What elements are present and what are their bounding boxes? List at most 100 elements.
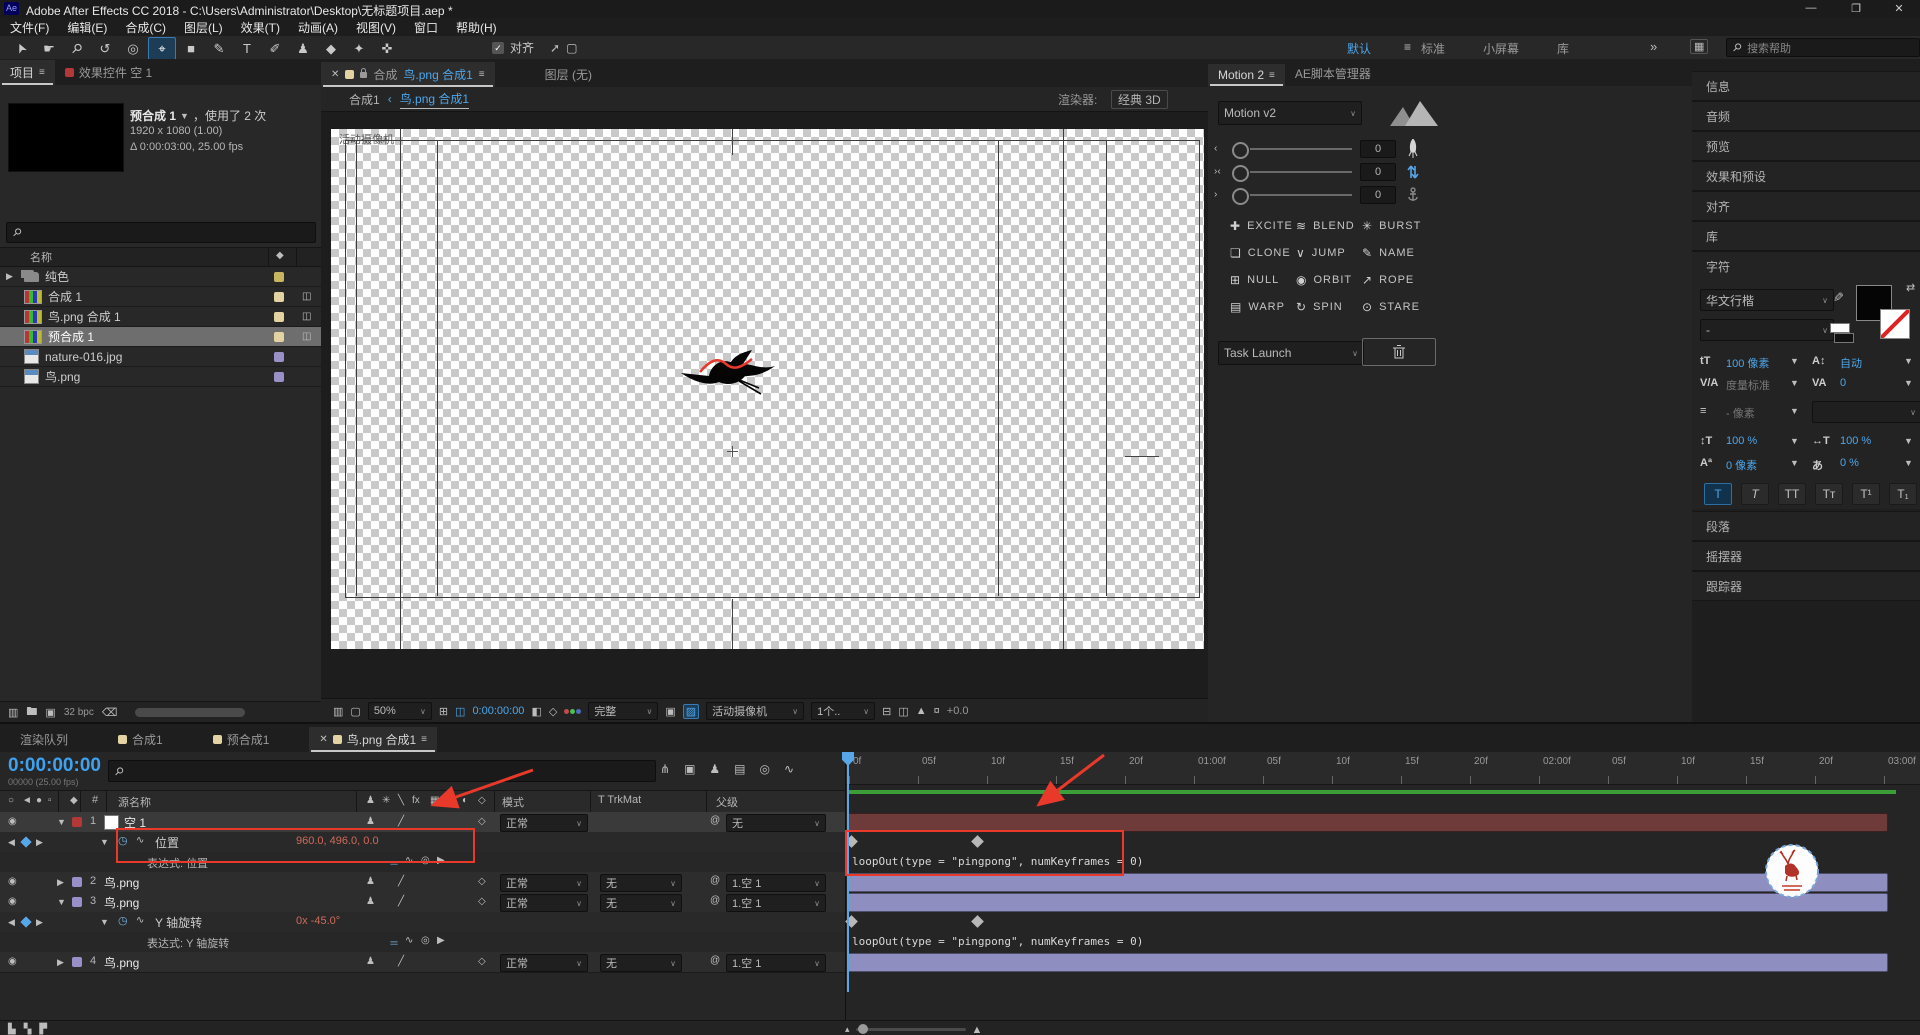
pan-behind-tool-icon[interactable]: ⌖ xyxy=(148,37,176,60)
motion-button-jump[interactable]: ∨ JUMP xyxy=(1296,246,1360,260)
sidebar-panel-3[interactable]: 预览 xyxy=(1692,131,1920,161)
menu-item[interactable]: 帮助(H) xyxy=(456,19,497,36)
keyframe-icon[interactable] xyxy=(971,835,984,848)
motion-button-null[interactable]: ⊞ NULL xyxy=(1230,273,1294,287)
help-search[interactable]: ⚲ 搜索帮助 xyxy=(1726,38,1920,57)
workspace-tab-2[interactable]: 标准 xyxy=(1409,37,1457,60)
style-toggle-1[interactable]: T xyxy=(1704,483,1732,505)
project-search[interactable]: ⚲ xyxy=(6,222,316,243)
quality-switch-icon[interactable]: ╱ xyxy=(398,816,404,827)
flyout-arrow-icon[interactable]: ▼ xyxy=(180,111,189,121)
eye-icon[interactable]: ◉ xyxy=(8,816,17,827)
cube-3d-switch-icon[interactable]: ◇ xyxy=(478,956,486,967)
shy-switch-icon[interactable]: ♟ xyxy=(366,876,375,887)
motion-button-clone[interactable]: ❏ CLONE xyxy=(1230,246,1294,260)
motion-blur-icon[interactable]: ◎ xyxy=(760,762,770,776)
timeline-timecode[interactable]: 0:00:00:00 xyxy=(8,755,101,777)
workspace-overflow[interactable]: » xyxy=(1650,39,1657,54)
ruler-tick-label[interactable]: 10f xyxy=(1681,756,1695,767)
layer-name[interactable]: 空 1 xyxy=(124,814,146,831)
slider-knob[interactable] xyxy=(1232,165,1249,182)
new-folder-icon[interactable]: 🖿 xyxy=(26,703,37,722)
style-toggle-2[interactable]: T xyxy=(1741,483,1769,505)
sidebar-panel-2[interactable]: 音频 xyxy=(1692,101,1920,131)
slider-mode-icon[interactable]: › xyxy=(1214,189,1217,200)
blend-mode-dropdown[interactable]: 正常 ∨ xyxy=(500,894,588,912)
kerning-value[interactable]: 度量标准 xyxy=(1726,377,1770,393)
snap-checkbox[interactable]: ✓ xyxy=(492,41,504,54)
multiview-icon[interactable]: ▥ xyxy=(333,705,343,718)
cube-3d-switch-icon[interactable]: ◇ xyxy=(478,795,486,806)
mini-flowchart-icon[interactable]: ⋔ xyxy=(660,762,670,776)
stopwatch-icon[interactable]: ◷ xyxy=(118,914,128,927)
keyframe-indicator[interactable] xyxy=(20,916,32,928)
current-time-indicator[interactable] xyxy=(847,752,849,992)
expand-transfer-icon[interactable]: ▚ xyxy=(24,1024,32,1035)
baseline-shift-value[interactable]: 0 像素 xyxy=(1726,457,1757,473)
motion-button-orbit[interactable]: ◉ ORBIT xyxy=(1296,273,1360,287)
project-item[interactable]: ▶ 纯色 xyxy=(0,267,321,287)
expression-label[interactable]: 表达式: Y 轴旋转 xyxy=(147,935,229,951)
layer-duration-bar[interactable] xyxy=(847,813,1888,832)
slider-value[interactable]: 0 xyxy=(1360,163,1396,181)
zoom-dropdown[interactable]: 50% ∨ xyxy=(367,702,432,720)
monitor-icon[interactable]: ▢ xyxy=(350,705,360,718)
menu-item[interactable]: 视图(V) xyxy=(356,19,396,36)
ruler-tick-label[interactable]: 05f xyxy=(922,756,936,767)
expander-icon[interactable]: ▼ xyxy=(57,817,66,827)
ruler-tick-label[interactable]: 20f xyxy=(1129,756,1143,767)
delete-task-button[interactable] xyxy=(1362,338,1436,366)
slider-value[interactable]: 0 xyxy=(1360,186,1396,204)
style-toggle-3[interactable]: TT xyxy=(1778,483,1806,505)
expression-enable-icon[interactable]: ＝ xyxy=(389,935,399,950)
viewport[interactable]: 活动摄像机 xyxy=(331,129,1204,649)
motion-button-stare[interactable]: ⊙ STARE xyxy=(1362,300,1426,314)
audio-column-icon[interactable]: ◄ xyxy=(22,795,32,806)
close-tab-icon[interactable]: ✕ xyxy=(331,69,339,80)
menu-item[interactable]: 文件(F) xyxy=(10,19,49,36)
trkmat-dropdown[interactable]: 无 ∨ xyxy=(600,874,682,892)
baseline-shift-dropdown-icon[interactable]: ▼ xyxy=(1790,458,1799,468)
motion-button-burst[interactable]: ✳ BURST xyxy=(1362,219,1426,233)
expand-inout-icon[interactable]: ▛ xyxy=(39,1024,47,1035)
anchor-icon[interactable] xyxy=(1406,185,1420,208)
timeline-tab-3[interactable]: 预合成1 xyxy=(203,727,280,752)
trkmat-dropdown[interactable]: 无 ∨ xyxy=(600,894,682,912)
expander-icon[interactable]: ▶ xyxy=(57,957,64,968)
motion-button-blend[interactable]: ≋ BLEND xyxy=(1296,219,1360,233)
panel-menu-icon[interactable]: ≡ xyxy=(421,734,427,745)
ruler-tick-label[interactable]: 02:00f xyxy=(1543,756,1571,767)
swap-fill-stroke-icon[interactable]: ⇄ xyxy=(1906,281,1915,294)
label-chip[interactable] xyxy=(274,331,284,342)
menu-item[interactable]: 合成(C) xyxy=(125,19,166,36)
stroke-width-dropdown-icon[interactable]: ▼ xyxy=(1790,406,1799,416)
breadcrumb-parent[interactable]: 合成1 xyxy=(349,91,380,108)
task-launch-dropdown[interactable]: Task Launch ∨ xyxy=(1218,341,1364,365)
slider-knob[interactable] xyxy=(1232,188,1249,205)
layer-duration-bar[interactable] xyxy=(847,953,1888,972)
draft-3d-icon[interactable]: ▣ xyxy=(684,762,695,776)
collapse-switch-icon[interactable]: ✳ xyxy=(382,795,390,806)
sidebar-panel-4[interactable]: 效果和预设 xyxy=(1692,161,1920,191)
layer-row[interactable]: ◉ ▼ 3 鸟.png ♟ ╱ ◇ 正常 ∨ 无 ∨ @1.空 1 ∨ xyxy=(0,892,845,913)
sidebar-panel-character[interactable]: 字符≡ xyxy=(1692,251,1920,281)
font-family-dropdown[interactable]: 华文行楷 ∨ xyxy=(1700,289,1834,311)
expression-language-icon[interactable]: ▶ xyxy=(437,855,445,866)
time-ruler[interactable]: 0f 05f 10f 15f 20f 01:00f 05f 10f 15f 20f 02:00f 05… xyxy=(846,752,1920,785)
exposure-reset-icon[interactable]: ▲ xyxy=(916,705,927,717)
label-chip[interactable] xyxy=(72,817,82,827)
orbit-camera-tool-icon[interactable]: ◎ xyxy=(120,38,146,59)
lock-icon[interactable] xyxy=(360,67,368,78)
interpret-footage-icon[interactable]: ▥ xyxy=(8,706,18,719)
expand-layer-switches-icon[interactable]: ▙ xyxy=(8,1024,16,1035)
view-layout-dropdown[interactable]: 1个.. ∨ xyxy=(811,702,876,720)
next-keyframe-icon[interactable]: ▶ xyxy=(36,837,43,848)
camera-dropdown[interactable]: 活动摄像机 ∨ xyxy=(706,702,805,720)
cube-3d-switch-icon[interactable]: ◇ xyxy=(478,896,486,907)
label-chip[interactable] xyxy=(72,957,82,967)
adjustment-switch-icon[interactable]: ◐ xyxy=(462,795,468,806)
lock-column-icon[interactable]: ▫ xyxy=(48,795,52,806)
graph-icon[interactable]: ∿ xyxy=(136,835,144,846)
shy-switch-icon[interactable]: ♟ xyxy=(366,956,375,967)
parent-dropdown[interactable]: 1.空 1 ∨ xyxy=(726,874,826,892)
